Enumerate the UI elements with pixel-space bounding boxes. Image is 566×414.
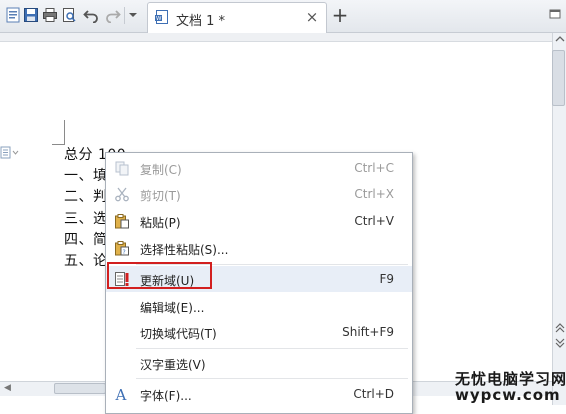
- save-icon[interactable]: [22, 6, 40, 24]
- menu-item-toggle-field-codes[interactable]: 切换域代码(T) Shift+F9: [106, 319, 412, 345]
- menu-item-shortcut: Ctrl+X: [354, 187, 394, 201]
- menu-item-shortcut: Shift+F9: [342, 325, 394, 339]
- quick-access-toolbar: W 文档 1 * × +: [0, 0, 566, 33]
- menu-item-label: 粘贴(P): [140, 216, 181, 230]
- undo-icon[interactable]: [82, 6, 100, 24]
- blank-icon: [113, 297, 131, 315]
- menu-item-shortcut: Ctrl+D: [353, 387, 394, 401]
- print-icon[interactable]: [41, 6, 59, 24]
- blank-icon: [113, 354, 131, 372]
- minimize-icon[interactable]: [547, 8, 563, 20]
- copy-icon: [113, 159, 131, 177]
- document-line[interactable]: 一、填: [64, 165, 108, 185]
- menu-item-label: 剪切(T): [140, 189, 181, 203]
- scroll-up-icon[interactable]: [555, 35, 565, 43]
- svg-text:W: W: [156, 16, 162, 22]
- next-page-icon[interactable]: [555, 338, 565, 348]
- menu-item-label: 编辑域(E)...: [140, 301, 205, 315]
- document-line[interactable]: 五、论: [64, 250, 108, 270]
- paragraph-layout-icon[interactable]: [0, 146, 20, 160]
- menu-item-edit-field[interactable]: 编辑域(E)...: [106, 293, 412, 319]
- svg-text:A: A: [115, 386, 127, 402]
- blank-icon: [113, 323, 131, 341]
- menu-item-label: 选择性粘贴(S)...: [140, 243, 229, 257]
- menu-item-cut[interactable]: 剪切(T) Ctrl+X: [106, 181, 412, 207]
- font-icon: A: [113, 385, 131, 403]
- menu-separator: [136, 378, 408, 379]
- menu-item-label: 汉字重选(V): [140, 358, 206, 372]
- horizontal-scroll-thumb[interactable]: [54, 383, 106, 394]
- document-line[interactable]: 三、选: [64, 208, 108, 228]
- watermark-url: wypcw.com: [455, 386, 561, 404]
- document-tab-title: 文档 1 *: [176, 14, 226, 29]
- menu-item-label: 复制(C): [140, 163, 182, 177]
- highlight-annotation-box: [107, 262, 212, 289]
- document-icon: W: [154, 9, 170, 28]
- paste-icon: [113, 212, 131, 230]
- ruler: [0, 33, 552, 42]
- menu-item-label: 切换域代码(T): [140, 327, 217, 341]
- menu-item-paste-special[interactable]: ? 选择性粘贴(S)...: [106, 235, 412, 261]
- page-margin-mark: [52, 120, 65, 145]
- menu-item-shortcut: Ctrl+V: [354, 214, 394, 228]
- print-preview-icon[interactable]: [60, 6, 78, 24]
- svg-text:?: ?: [123, 249, 126, 256]
- document-tab[interactable]: W 文档 1 * ×: [147, 2, 327, 33]
- cut-icon: [113, 185, 131, 203]
- vertical-scroll-thumb[interactable]: [552, 50, 565, 106]
- menu-item-reselect-chinese[interactable]: 汉字重选(V): [106, 350, 412, 376]
- menu-separator: [136, 348, 408, 349]
- new-tab-button[interactable]: +: [330, 3, 350, 27]
- menu-item-font[interactable]: A 字体(F)... Ctrl+D: [106, 381, 412, 407]
- app-menu-icon[interactable]: [4, 6, 22, 24]
- close-tab-icon[interactable]: ×: [304, 8, 320, 26]
- menu-item-paste[interactable]: 粘贴(P) Ctrl+V: [106, 208, 412, 234]
- menu-item-label: 字体(F)...: [140, 389, 192, 403]
- redo-icon[interactable]: [104, 6, 122, 24]
- menu-item-copy[interactable]: 复制(C) Ctrl+C: [106, 155, 412, 181]
- menu-item-shortcut: Ctrl+C: [354, 161, 394, 175]
- customize-dropdown-icon[interactable]: [127, 6, 139, 24]
- previous-page-icon[interactable]: [555, 323, 565, 333]
- paste-special-icon: ?: [113, 239, 131, 257]
- toolbar-separator: [124, 7, 125, 24]
- document-line[interactable]: 四、简: [64, 229, 108, 249]
- menu-item-shortcut: F9: [379, 272, 394, 286]
- scroll-left-icon[interactable]: ◀: [4, 383, 11, 393]
- document-line[interactable]: 二、判: [64, 186, 108, 206]
